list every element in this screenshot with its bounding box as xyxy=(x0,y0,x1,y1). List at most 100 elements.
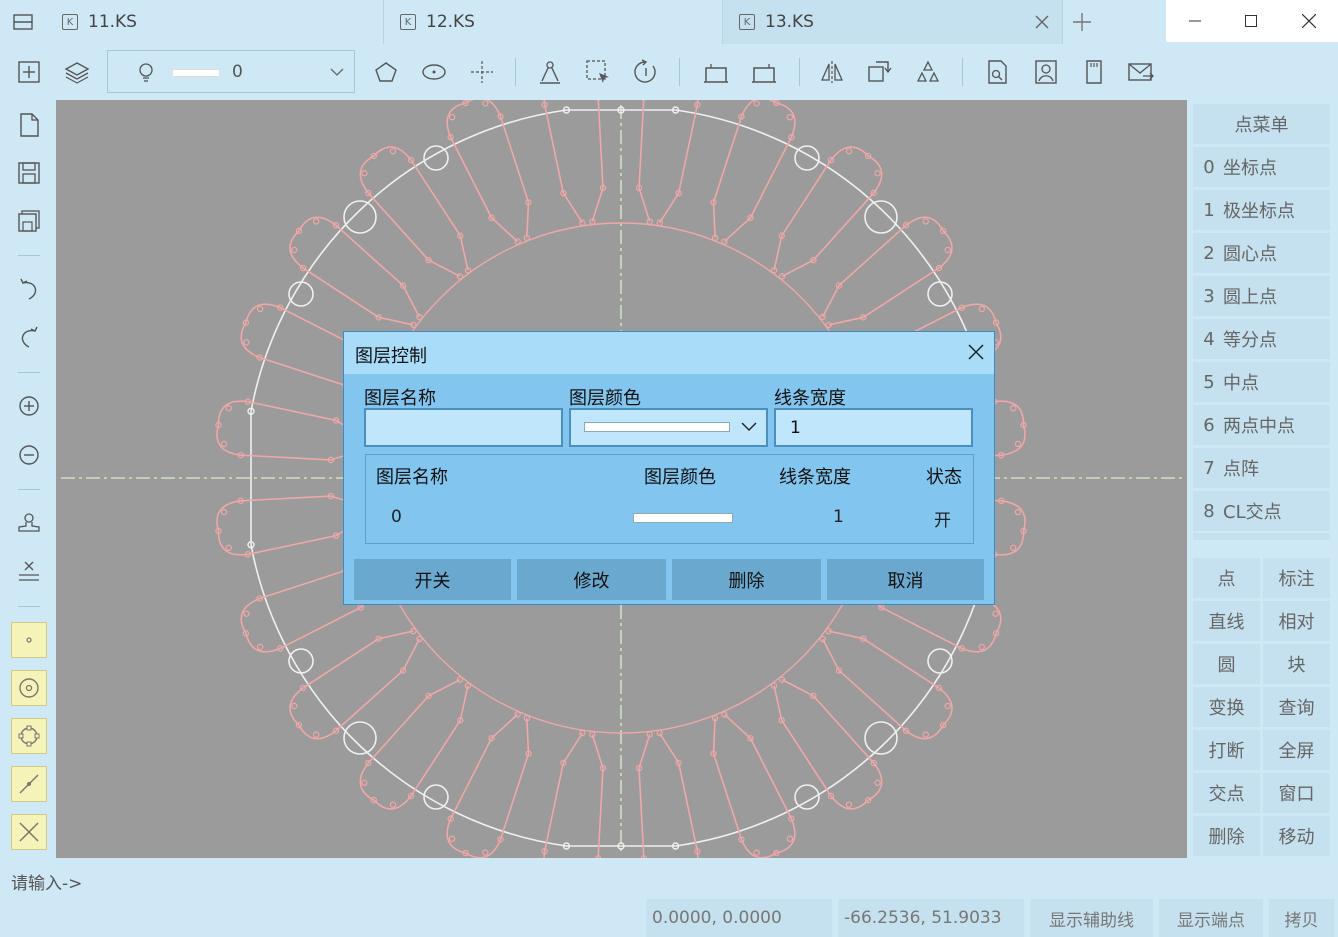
point-menu-item[interactable]: 5 中点 xyxy=(1193,362,1330,402)
new-tab-icon[interactable] xyxy=(1068,8,1096,36)
delete-button[interactable]: 删除 xyxy=(672,559,821,600)
undo-icon xyxy=(20,278,37,300)
show-endpoints-button[interactable]: 显示端点 xyxy=(1159,899,1263,937)
command-prompt[interactable]: 请输入-> xyxy=(11,869,82,894)
doc-search-button[interactable] xyxy=(983,58,1011,86)
add-layer-button[interactable] xyxy=(15,58,43,86)
point-menu-number: 5 xyxy=(1203,371,1215,393)
ks-file-icon: K xyxy=(400,14,416,30)
point-menu-item[interactable]: 3 圆上点 xyxy=(1193,276,1330,316)
layer-color-swatch xyxy=(172,69,220,77)
slot-node xyxy=(361,779,368,786)
ellipse-button[interactable] xyxy=(420,58,448,86)
col-header-state: 状态 xyxy=(926,467,962,488)
undo-button[interactable] xyxy=(14,274,44,304)
snap-midpoint-button[interactable] xyxy=(11,766,47,802)
send-button[interactable] xyxy=(1127,58,1155,86)
save-as-button[interactable] xyxy=(14,206,44,236)
maximize-button[interactable] xyxy=(1222,0,1280,42)
command-button[interactable]: 标注 xyxy=(1263,558,1330,598)
command-button[interactable]: 全屏 xyxy=(1263,730,1330,770)
slot-node xyxy=(291,246,298,254)
col-header-width: 线条宽度 xyxy=(779,467,851,488)
redo-icon xyxy=(21,326,38,348)
point-menu-item[interactable]: 6 两点中点 xyxy=(1193,405,1330,445)
layer-color-select[interactable] xyxy=(569,408,768,447)
trim-button[interactable] xyxy=(702,58,730,86)
command-button[interactable]: 交点 xyxy=(1193,773,1260,813)
snap-intersection-button[interactable] xyxy=(11,814,47,850)
ks-file-icon: K xyxy=(62,14,78,30)
tab-13[interactable]: K 13.KS xyxy=(723,0,1063,44)
clear-button[interactable] xyxy=(14,556,44,586)
tab-label: 11.KS xyxy=(88,12,137,32)
minimize-button[interactable] xyxy=(1166,0,1224,42)
extend-button[interactable] xyxy=(750,58,778,86)
zoom-out-button[interactable] xyxy=(14,440,44,470)
snap-point-button[interactable] xyxy=(11,622,47,658)
redo-button[interactable] xyxy=(14,322,44,352)
slot-node xyxy=(448,835,456,843)
slot-node xyxy=(845,801,853,808)
transform-button[interactable] xyxy=(866,58,894,86)
save-button[interactable] xyxy=(14,158,44,188)
polygon-button[interactable] xyxy=(372,58,400,86)
command-button[interactable]: 删除 xyxy=(1193,816,1260,856)
line-width-input[interactable]: 1 xyxy=(774,408,973,447)
command-button[interactable]: 圆 xyxy=(1193,644,1260,684)
command-button[interactable]: 块 xyxy=(1263,644,1330,684)
table-row[interactable]: 0 1 开 xyxy=(366,495,973,541)
command-button[interactable]: 直线 xyxy=(1193,601,1260,641)
command-button[interactable]: 查询 xyxy=(1263,687,1330,727)
rotate-button[interactable] xyxy=(632,58,660,86)
snap-quadrant-button[interactable] xyxy=(11,718,47,754)
array-button[interactable] xyxy=(914,58,942,86)
command-button[interactable]: 打断 xyxy=(1193,730,1260,770)
sd-card-button[interactable] xyxy=(1080,58,1108,86)
bolt-hole xyxy=(864,721,898,755)
stamp-button[interactable] xyxy=(14,508,44,538)
dialog-header: 图层控制 xyxy=(344,332,994,374)
command-button[interactable]: 相对 xyxy=(1263,601,1330,641)
toggle-button[interactable]: 开关 xyxy=(354,559,511,600)
point-menu-item[interactable]: 4 等分点 xyxy=(1193,319,1330,359)
point-menu-item[interactable]: 0 坐标点 xyxy=(1193,147,1330,187)
point-menu-item[interactable]: 7 点阵 xyxy=(1193,448,1330,488)
slot-node xyxy=(313,218,320,225)
new-file-button[interactable] xyxy=(14,110,44,140)
command-button[interactable]: 点 xyxy=(1193,558,1260,598)
point-menu-item[interactable]: 8 CL交点 xyxy=(1193,491,1330,531)
tab-bar: K 11.KS K 12.KS K 13.KS xyxy=(0,0,1338,44)
layer-table: 图层名称 图层颜色 线条宽度 状态 0 1 开 xyxy=(365,454,974,544)
show-aux-lines-button[interactable]: 显示辅助线 xyxy=(1030,899,1153,937)
layer-name-input[interactable] xyxy=(364,408,563,447)
dialog-close-button[interactable] xyxy=(964,340,988,364)
point-menu-item[interactable]: 1 极坐标点 xyxy=(1193,190,1330,230)
tab-11[interactable]: K 11.KS xyxy=(0,0,384,44)
command-button[interactable]: 变换 xyxy=(1193,687,1260,727)
layer-select[interactable]: 0 xyxy=(107,50,355,93)
slot-node xyxy=(1010,405,1017,412)
point-menu-number: 8 xyxy=(1203,500,1215,522)
modify-button[interactable]: 修改 xyxy=(517,559,666,600)
select-move-button[interactable] xyxy=(584,58,612,86)
tab-12[interactable]: K 12.KS xyxy=(384,0,723,44)
crosshair-button[interactable] xyxy=(468,58,496,86)
bolt-hole xyxy=(343,721,377,755)
copy-button[interactable]: 拷贝 xyxy=(1269,899,1334,937)
measure-button[interactable] xyxy=(536,58,564,86)
mirror-button[interactable] xyxy=(818,58,846,86)
cancel-button[interactable]: 取消 xyxy=(827,559,984,600)
row-width: 1 xyxy=(833,507,844,527)
profile-button[interactable] xyxy=(1032,58,1060,86)
stator-slot xyxy=(638,100,699,224)
close-window-button[interactable] xyxy=(1280,0,1338,42)
command-button[interactable]: 移动 xyxy=(1263,816,1330,856)
snap-center-button[interactable] xyxy=(11,670,47,706)
command-button[interactable]: 窗口 xyxy=(1263,773,1330,813)
slot-node xyxy=(944,702,951,710)
close-tab-icon[interactable] xyxy=(1030,10,1054,34)
layers-button[interactable] xyxy=(63,58,91,86)
point-menu-item[interactable]: 2 圆心点 xyxy=(1193,233,1330,273)
zoom-in-button[interactable] xyxy=(14,391,44,421)
